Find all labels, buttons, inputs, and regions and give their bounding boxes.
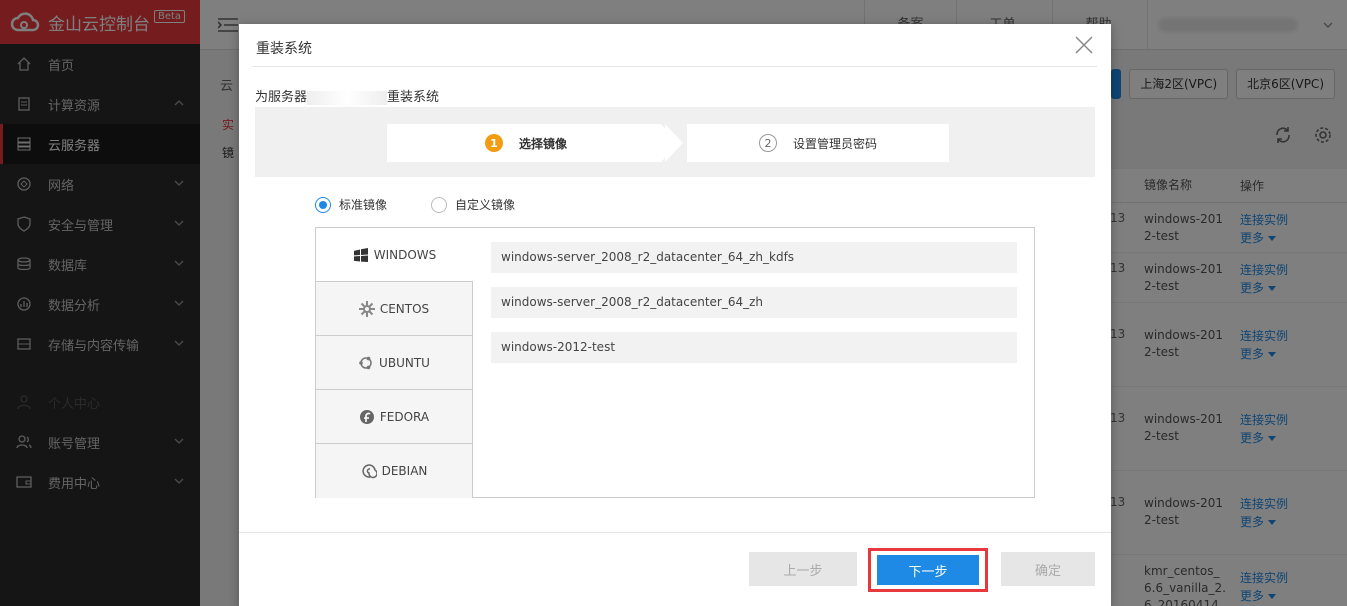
dialog-description: 为服务器 重装系统 bbox=[255, 86, 439, 105]
image-list: windows-server_2008_r2_datacenter_64_zh_… bbox=[491, 242, 1017, 377]
desc-suffix: 重装系统 bbox=[387, 90, 440, 105]
os-tab-label: CENTOS bbox=[379, 301, 430, 316]
ubuntu-icon bbox=[359, 356, 372, 369]
fedora-icon bbox=[359, 409, 374, 424]
os-tab-centos[interactable]: CENTOS bbox=[316, 282, 473, 336]
previous-step-button[interactable]: 上一步 bbox=[749, 552, 857, 586]
radio-custom-image[interactable]: 自定义镜像 bbox=[431, 196, 515, 213]
os-tab-label: UBUNTU bbox=[379, 355, 430, 370]
image-selector: WINDOWS CENTOS UBUNTU FEDORA DEBIAN wind… bbox=[315, 227, 1035, 498]
step-label: 设置管理员密码 bbox=[792, 136, 877, 151]
step-number: 1 bbox=[484, 134, 503, 152]
os-tab-fedora[interactable]: FEDORA bbox=[316, 390, 473, 444]
step-number: 2 bbox=[758, 134, 777, 152]
image-option[interactable]: windows-server_2008_r2_datacenter_64_zh bbox=[491, 287, 1017, 318]
confirm-button[interactable]: 确定 bbox=[1001, 552, 1095, 586]
os-tab-ubuntu[interactable]: UBUNTU bbox=[316, 336, 473, 390]
radio-label: 自定义镜像 bbox=[455, 198, 516, 212]
os-tab-label: DEBIAN bbox=[381, 464, 428, 478]
debian-icon bbox=[361, 464, 377, 479]
redacted-server-name bbox=[307, 90, 388, 105]
radio-label: 标准镜像 bbox=[339, 198, 388, 212]
footer-divider bbox=[239, 532, 1111, 533]
radio-dot bbox=[315, 196, 331, 213]
image-option[interactable]: windows-2012-test bbox=[491, 332, 1017, 363]
windows-icon bbox=[353, 247, 368, 262]
os-tab-label: WINDOWS bbox=[373, 247, 437, 262]
radio-dot bbox=[431, 196, 448, 213]
dialog-title: 重装系统 bbox=[256, 41, 312, 57]
desc-prefix: 为服务器 bbox=[255, 90, 308, 105]
step-select-image: 1 选择镜像 bbox=[387, 124, 665, 162]
os-tab-label: FEDORA bbox=[379, 409, 430, 424]
image-option[interactable]: windows-server_2008_r2_datacenter_64_zh_… bbox=[491, 242, 1017, 273]
reinstall-system-dialog: 重装系统 为服务器 重装系统 1 选择镜像 2 设置管理员密码 标准镜像 自定义镜… bbox=[239, 24, 1111, 606]
next-step-button[interactable]: 下一步 bbox=[877, 555, 979, 585]
radio-standard-image[interactable]: 标准镜像 bbox=[315, 196, 387, 213]
os-tab-windows[interactable]: WINDOWS bbox=[316, 228, 473, 282]
os-tab-list: WINDOWS CENTOS UBUNTU FEDORA DEBIAN bbox=[316, 228, 473, 498]
centos-icon bbox=[358, 300, 375, 317]
step-indicator: 1 选择镜像 2 设置管理员密码 bbox=[387, 124, 949, 162]
os-tab-debian[interactable]: DEBIAN bbox=[316, 444, 473, 498]
close-icon[interactable] bbox=[1073, 34, 1095, 56]
step-label: 选择镜像 bbox=[518, 136, 567, 151]
step-set-password: 2 设置管理员密码 bbox=[687, 124, 949, 162]
image-type-group: 标准镜像 自定义镜像 bbox=[315, 196, 515, 213]
divider bbox=[253, 66, 1097, 67]
